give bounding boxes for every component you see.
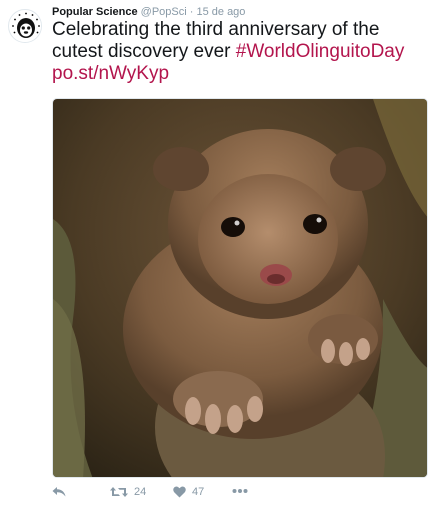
author-name[interactable]: Popular Science xyxy=(52,6,138,18)
like-count: 47 xyxy=(192,486,205,498)
tweet-text-line-2: cutest discovery ever #WorldOlinguitoDay xyxy=(52,41,432,63)
separator: · xyxy=(189,6,194,18)
reply-icon xyxy=(52,487,66,497)
avatar[interactable] xyxy=(8,9,42,43)
tweet-image[interactable] xyxy=(52,98,428,478)
tweet-date[interactable]: 15 de ago xyxy=(196,6,245,18)
retweet-count: 24 xyxy=(134,486,147,498)
retweet-button[interactable]: 24 xyxy=(110,486,146,498)
olinguito-photo-icon xyxy=(53,99,427,477)
tweet-actions: 24 47 xyxy=(52,486,432,502)
popsci-logo-icon xyxy=(10,11,41,42)
tweet-text: Celebrating the third anniversary of the… xyxy=(52,19,432,85)
tweet-text-line: Celebrating the third anniversary of the xyxy=(52,19,380,40)
more-icon xyxy=(232,489,248,493)
tweet-header: Popular Science @PopSci · 15 de ago xyxy=(52,5,245,19)
reply-button[interactable] xyxy=(52,486,66,498)
heart-icon xyxy=(173,486,186,498)
retweet-icon xyxy=(110,487,128,497)
hashtag-link[interactable]: #WorldOlinguitoDay xyxy=(236,41,405,62)
like-button[interactable]: 47 xyxy=(173,486,204,498)
tweet-text-fragment: cutest discovery ever xyxy=(52,41,231,62)
author-handle[interactable]: @PopSci xyxy=(141,6,187,18)
url-link[interactable]: po.st/nWyKyp xyxy=(52,63,432,85)
more-button[interactable] xyxy=(232,488,248,494)
